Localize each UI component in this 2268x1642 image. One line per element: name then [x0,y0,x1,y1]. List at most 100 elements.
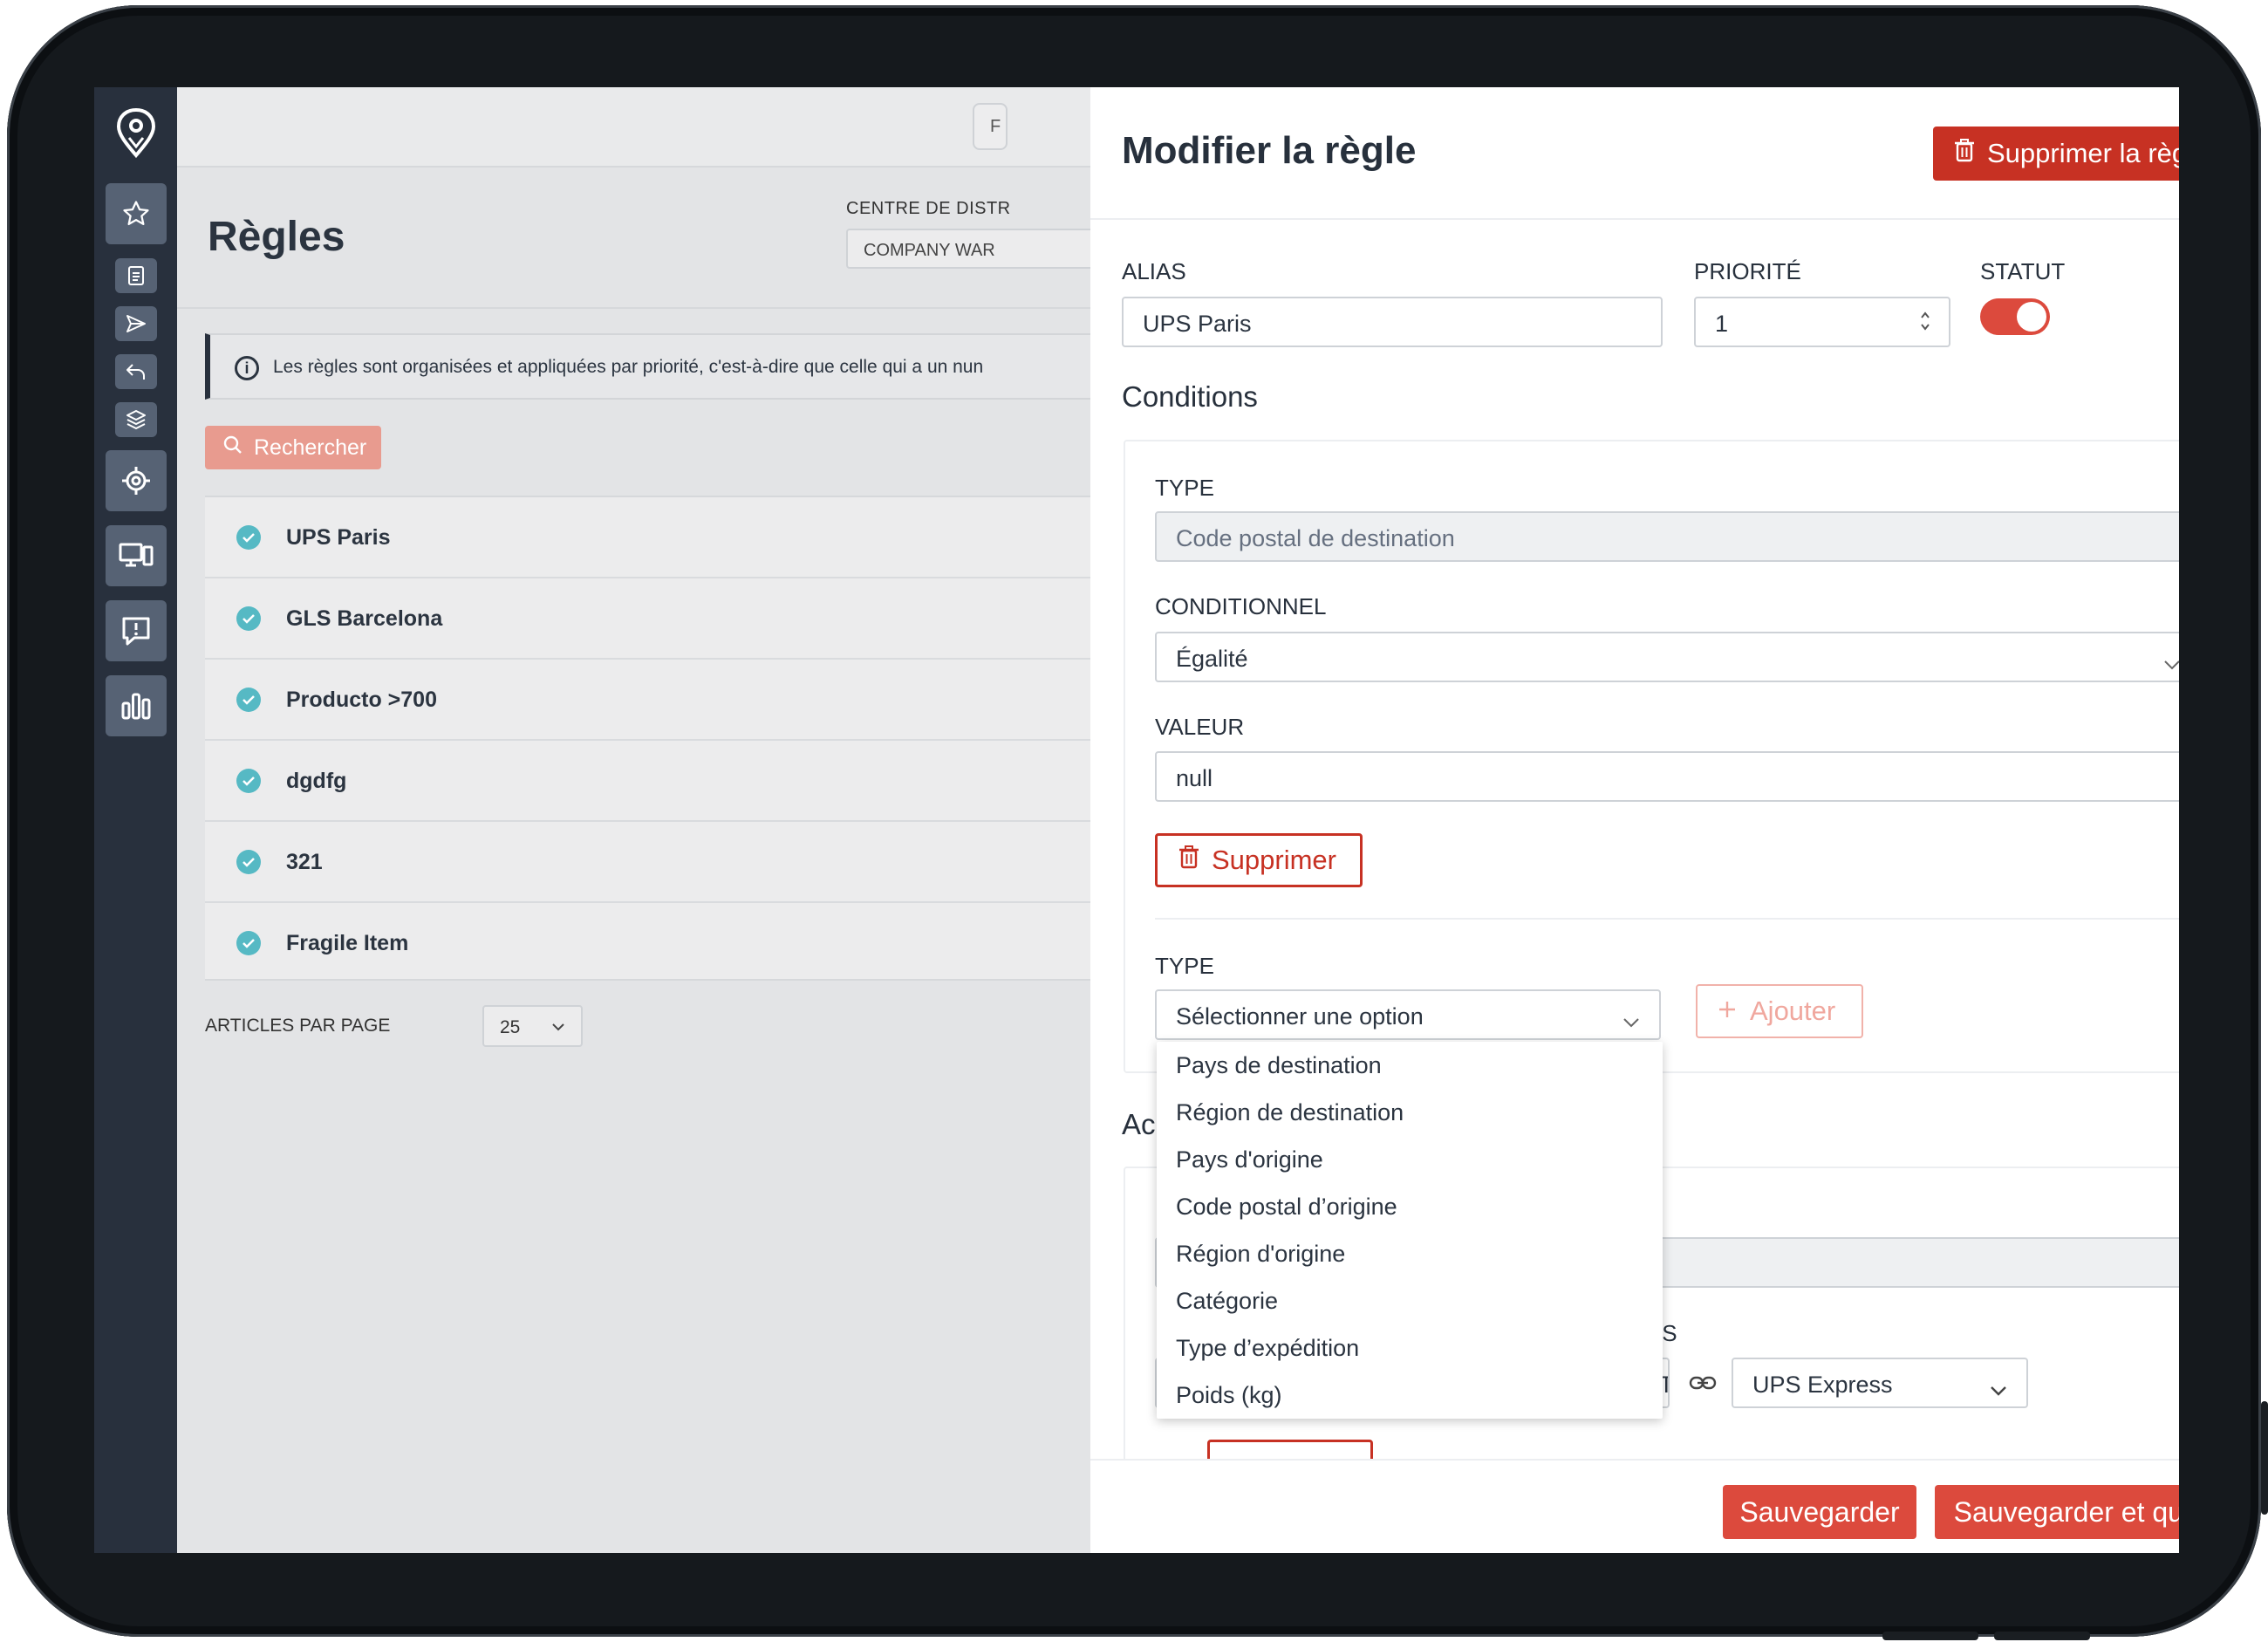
check-circle-icon [236,688,261,712]
sidebar-item-inventory[interactable] [115,402,157,437]
dropdown-option[interactable]: Catégorie [1176,1288,1278,1315]
page-title: Règles [208,214,345,260]
star-icon [121,199,151,229]
check-circle-icon [236,769,261,793]
new-type-label: TYPE [1155,953,1214,979]
search-label: Rechercher [254,434,367,460]
sidebar-item-shipments[interactable] [115,306,157,341]
dropdown-option[interactable]: Région de destination [1176,1099,1404,1126]
new-type-select[interactable]: Sélectionner une option [1155,989,1661,1040]
per-page-label: ARTICLES PAR PAGE [205,1016,391,1036]
toggle-knob [2017,302,2046,332]
status-label: STATUT [1980,258,2066,284]
distribution-center-select[interactable]: COMPANY WAR [846,229,1125,269]
sidebar-item-returns[interactable] [115,354,157,389]
rule-name: GLS Barcelona [286,606,443,631]
topbar-button[interactable]: F [973,103,1008,150]
hardware-button [1994,1632,2090,1640]
check-circle-icon [236,525,261,550]
per-page-select[interactable]: 25 [482,1005,583,1047]
sidebar-item-orders[interactable] [115,258,157,293]
dropdown-option[interactable]: Pays de destination [1176,1052,1382,1079]
info-icon: i [235,356,259,380]
status-toggle[interactable] [1980,298,2050,335]
list-item[interactable]: 321 [205,822,1165,903]
priority-value: 1 [1715,311,1729,337]
condition-type-label: TYPE [1155,475,1214,501]
spinner-arrows-icon[interactable] [1919,309,1931,339]
trash-icon [1178,845,1199,876]
chevron-down-icon [1990,1375,2007,1402]
info-text: Les règles sont organisées et appliquées… [273,357,984,377]
dropdown-option[interactable]: Type d’expédition [1176,1335,1359,1362]
edit-rule-panel: Modifier la règle Supprimer la règle ALI… [1090,87,2179,1553]
alias-label: ALIAS [1122,258,1186,284]
return-arrow-icon [125,361,147,382]
list-item[interactable]: dgdfg [205,741,1165,822]
sidebar-item-analytics[interactable] [106,675,167,736]
dropdown-option[interactable]: Région d'origine [1176,1241,1345,1268]
conditional-select[interactable]: Égalité [1155,632,2179,682]
value-label: VALEUR [1155,714,1245,740]
priority-label: PRIORITÉ [1694,258,1801,284]
save-and-quit-button[interactable]: Sauvegarder et quitter [1935,1485,2179,1539]
service-select[interactable]: UPS Express [1732,1358,2028,1408]
sidebar-item-incidents[interactable] [106,600,167,661]
sidebar [94,87,177,1553]
top-bar: F [177,87,1093,168]
info-banner: i Les règles sont organisées et appliqué… [205,333,1165,400]
delete-condition-button[interactable]: Supprimer [1155,833,1363,887]
divider [1155,918,2179,920]
service-value: UPS Express [1752,1372,1893,1398]
bar-chart-icon [120,691,152,721]
location-pin-logo[interactable] [113,106,159,159]
distribution-center-label: CENTRE DE DISTR [846,199,1011,218]
link-icon [1689,1373,1717,1397]
app-screen: F Règles CENTRE DE DISTR COMPANY WAR i L… [94,87,2179,1553]
type-options-dropdown: Pays de destination Région de destinatio… [1157,1042,1663,1419]
hardware-button [2261,1401,2268,1515]
alias-input[interactable]: UPS Paris [1122,297,1663,347]
rule-name: UPS Paris [286,525,391,550]
list-item[interactable]: UPS Paris [205,497,1165,578]
search-icon [222,434,243,462]
delete-rule-button[interactable]: Supprimer la règle [1933,127,2179,181]
rules-page: F Règles CENTRE DE DISTR COMPANY WAR i L… [177,87,1165,1553]
alert-message-icon [120,615,152,647]
new-type-placeholder: Sélectionner une option [1176,1003,1424,1030]
check-circle-icon [236,931,261,955]
target-icon [120,465,152,496]
value-input[interactable]: null [1155,751,2179,802]
search-button[interactable]: Rechercher [205,426,381,469]
send-icon [125,313,147,334]
list-item[interactable]: GLS Barcelona [205,578,1165,660]
dropdown-option[interactable]: Poids (kg) [1176,1382,1282,1409]
conditions-title: Conditions [1122,380,1258,413]
list-item[interactable]: Fragile Item [205,903,1165,984]
clipboard-icon [126,264,146,287]
plus-icon [1717,995,1738,1027]
rule-name: 321 [286,850,323,874]
panel-title: Modifier la règle [1122,129,1417,172]
save-button[interactable]: Sauvegarder [1723,1485,1916,1539]
list-item[interactable]: Producto >700 [205,660,1165,741]
conditional-label: CONDITIONNEL [1155,593,1327,619]
add-condition-button[interactable]: Ajouter [1696,984,1863,1038]
rules-list: UPS Paris GLS Barcelona Producto >700 dg… [205,496,1165,981]
sidebar-item-integrations[interactable] [106,525,167,586]
chevron-down-icon [2163,649,2179,676]
condition-type-field: Code postal de destination [1155,511,2179,562]
rule-name: Producto >700 [286,688,437,712]
dropdown-option[interactable]: Code postal d’origine [1176,1194,1397,1221]
rule-name: Fragile Item [286,931,409,955]
sidebar-item-tracking[interactable] [106,450,167,511]
actions-title: Ac [1122,1108,1156,1140]
priority-stepper[interactable]: 1 [1694,297,1950,347]
dropdown-option[interactable]: Pays d'origine [1176,1146,1323,1173]
hardware-button [1882,1632,1978,1640]
check-circle-icon [236,606,261,631]
add-label: Ajouter [1750,995,1836,1026]
sidebar-item-favorites[interactable] [106,183,167,244]
delete-condition-label: Supprimer [1212,845,1336,875]
conditional-value: Égalité [1176,646,1248,672]
